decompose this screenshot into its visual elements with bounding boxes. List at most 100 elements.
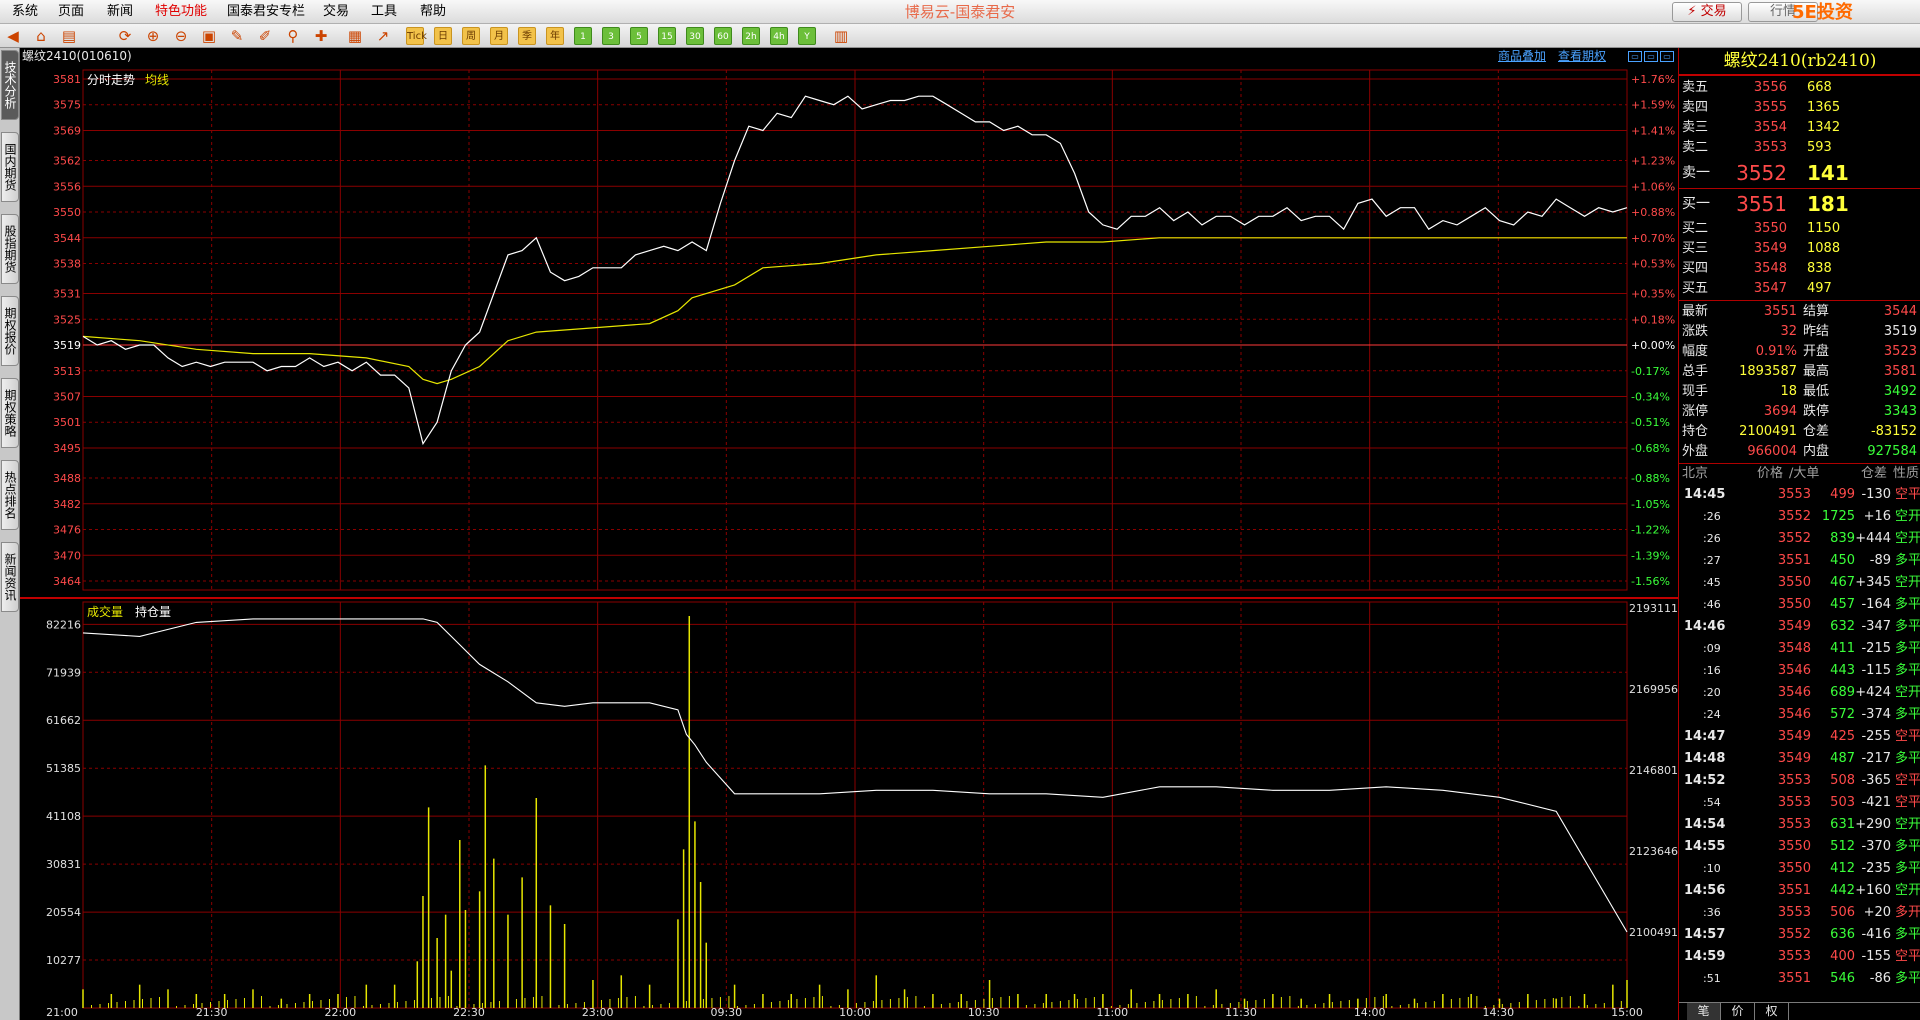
window-icon[interactable]: ▣ xyxy=(200,27,218,45)
filter-icon[interactable]: ⚲ xyxy=(284,27,302,45)
bid-level-2[interactable]: 买二 3550 1150 xyxy=(1679,219,1920,239)
tick-row[interactable]: :46 3550 457 -164 多平 xyxy=(1679,594,1920,616)
tick-row[interactable]: 14:54 3553 631 +290 空开 xyxy=(1679,814,1920,836)
home-icon[interactable]: ⌂ xyxy=(32,27,50,45)
menu-gtja-column[interactable]: 国泰君安专栏 xyxy=(227,0,305,24)
period-custom-button[interactable]: Y xyxy=(798,27,816,45)
tick-row[interactable]: :51 3551 546 -86 多平 xyxy=(1679,968,1920,990)
stat-label: 总手 xyxy=(1682,364,1709,379)
ask-level-4[interactable]: 卖四 3555 1365 xyxy=(1679,98,1920,118)
quote-tab-0[interactable]: 笔 xyxy=(1687,1003,1721,1020)
intraday-chart-panel[interactable]: 21:00 21:30 22:00 22:30 23:00 09:30 10:00 10:30… xyxy=(20,48,1678,1020)
tab-news[interactable]: 新闻资讯 xyxy=(1,542,19,612)
ask-level-2[interactable]: 卖二 3553 593 xyxy=(1679,138,1920,158)
tick-price: 3551 xyxy=(1777,553,1811,568)
period-4h-button[interactable]: 4h xyxy=(770,27,788,45)
tick-row[interactable]: 14:59 3553 400 -155 空平 xyxy=(1679,946,1920,968)
tick-row[interactable]: :26 3552 839 +444 空开 xyxy=(1679,528,1920,550)
tick-row[interactable]: 14:57 3552 636 -416 多平 xyxy=(1679,924,1920,946)
period-30m-button[interactable]: 30 xyxy=(686,27,704,45)
period-year-button[interactable]: 年 xyxy=(546,27,564,45)
intraday-chart[interactable]: 21:00 21:30 22:00 22:30 23:00 09:30 10:00 10:30… xyxy=(20,48,1678,1020)
quote-tab-2[interactable]: 权 xyxy=(1755,1003,1789,1020)
stat-value: 3551 xyxy=(1763,304,1797,319)
menu-tools[interactable]: 工具 xyxy=(371,0,397,24)
tick-oi-diff: +444 xyxy=(1855,531,1891,546)
menu-page[interactable]: 页面 xyxy=(58,0,84,24)
overlay-commodity-link[interactable]: 商品叠加 xyxy=(1498,48,1546,65)
tick-row[interactable]: :09 3548 411 -215 多平 xyxy=(1679,638,1920,660)
level-volume: 497 xyxy=(1807,281,1832,296)
window-max-icon[interactable]: ▭ xyxy=(1660,51,1674,62)
bid-level-1[interactable]: 买一 3551 181 xyxy=(1679,191,1920,217)
period-1m-button[interactable]: 1 xyxy=(574,27,592,45)
tick-row[interactable]: :16 3546 443 -115 多平 xyxy=(1679,660,1920,682)
period-15m-button[interactable]: 15 xyxy=(658,27,676,45)
period-60m-button[interactable]: 60 xyxy=(714,27,732,45)
window-restore-icon[interactable]: ▭ xyxy=(1644,51,1658,62)
zoom-out-icon[interactable]: ⊖ xyxy=(172,27,190,45)
tick-oi-diff: -215 xyxy=(1861,641,1891,656)
tick-row[interactable]: 14:47 3549 425 -255 空平 xyxy=(1679,726,1920,748)
period-3m-button[interactable]: 3 xyxy=(602,27,620,45)
tick-row[interactable]: :20 3546 689 +424 空开 xyxy=(1679,682,1920,704)
period-tick-button[interactable]: Tick xyxy=(406,27,427,45)
menu-features[interactable]: 特色功能 xyxy=(155,0,207,24)
pen-icon[interactable]: ✎ xyxy=(228,27,246,45)
tick-row[interactable]: 14:46 3549 632 -347 多平 xyxy=(1679,616,1920,638)
tick-row[interactable]: 14:55 3550 512 -370 多平 xyxy=(1679,836,1920,858)
quote-tab-1[interactable]: 价 xyxy=(1721,1003,1755,1020)
view-options-link[interactable]: 查看期权 xyxy=(1558,48,1606,65)
stats-row: 涨停 3694 跌停 3343 xyxy=(1679,402,1920,422)
menu-system[interactable]: 系统 xyxy=(12,0,38,24)
tick-row[interactable]: 14:48 3549 487 -217 多平 xyxy=(1679,748,1920,770)
period-5m-button[interactable]: 5 xyxy=(630,27,648,45)
stats-row: 持仓 2100491 仓差 -83152 xyxy=(1679,422,1920,442)
tab-technical-analysis[interactable]: 技术分析 xyxy=(1,50,19,120)
trade-button[interactable]: ⚡ 交易 xyxy=(1672,2,1742,22)
tick-row[interactable]: :36 3553 506 +20 多开 xyxy=(1679,902,1920,924)
zoom-in-icon[interactable]: ⊕ xyxy=(144,27,162,45)
tick-row[interactable]: :26 3552 1725 +16 空开 xyxy=(1679,506,1920,528)
calculator-icon[interactable]: ▥ xyxy=(832,27,850,45)
folder-icon[interactable]: ▤ xyxy=(60,27,78,45)
tick-row[interactable]: :24 3546 572 -374 多平 xyxy=(1679,704,1920,726)
tab-option-quotes[interactable]: 期权报价 xyxy=(1,296,19,366)
ask-level-5[interactable]: 卖五 3556 668 xyxy=(1679,78,1920,98)
chart-add-icon[interactable]: ✚ xyxy=(312,27,330,45)
tick-row[interactable]: 14:56 3551 442 +160 空开 xyxy=(1679,880,1920,902)
stats-row: 幅度 0.91% 开盘 3523 xyxy=(1679,342,1920,362)
menu-trade[interactable]: 交易 xyxy=(323,0,349,24)
table-icon[interactable]: ▦ xyxy=(346,27,364,45)
bid-level-4[interactable]: 买四 3548 838 xyxy=(1679,259,1920,279)
back-icon[interactable]: ◀ xyxy=(4,27,22,45)
ask-level-1[interactable]: 卖一 3552 141 xyxy=(1679,160,1920,186)
tab-domestic-futures[interactable]: 国内期货 xyxy=(1,132,19,202)
price-tick-label: 3482 xyxy=(53,498,81,511)
brush-icon[interactable]: ✐ xyxy=(256,27,274,45)
tick-row[interactable]: :45 3550 467 +345 空开 xyxy=(1679,572,1920,594)
tick-row[interactable]: 14:45 3553 499 -130 空平 xyxy=(1679,484,1920,506)
tab-index-futures[interactable]: 股指期货 xyxy=(1,214,19,284)
refresh-icon[interactable]: ⟳ xyxy=(116,27,134,45)
menu-help[interactable]: 帮助 xyxy=(420,0,446,24)
bid-level-3[interactable]: 买三 3549 1088 xyxy=(1679,239,1920,259)
tab-option-strategy[interactable]: 期权策略 xyxy=(1,378,19,448)
tick-row[interactable]: 14:52 3553 508 -365 空平 xyxy=(1679,770,1920,792)
tick-volume: 689 xyxy=(1830,685,1855,700)
menu-news[interactable]: 新闻 xyxy=(107,0,133,24)
tab-hot-ranking[interactable]: 热点排名 xyxy=(1,460,19,530)
tick-row[interactable]: :27 3551 450 -89 多平 xyxy=(1679,550,1920,572)
period-quarter-button[interactable]: 季 xyxy=(518,27,536,45)
ask-level-3[interactable]: 卖三 3554 1342 xyxy=(1679,118,1920,138)
period-month-button[interactable]: 月 xyxy=(490,27,508,45)
tick-row[interactable]: :10 3550 412 -235 多平 xyxy=(1679,858,1920,880)
stat-label: 涨停 xyxy=(1682,404,1709,419)
window-min-icon[interactable]: ▭ xyxy=(1628,51,1642,62)
period-2h-button[interactable]: 2h xyxy=(742,27,760,45)
line-chart-icon[interactable]: ↗ xyxy=(374,27,392,45)
bid-level-5[interactable]: 买五 3547 497 xyxy=(1679,279,1920,299)
period-day-button[interactable]: 日 xyxy=(434,27,452,45)
tick-row[interactable]: :54 3553 503 -421 空平 xyxy=(1679,792,1920,814)
period-week-button[interactable]: 周 xyxy=(462,27,480,45)
